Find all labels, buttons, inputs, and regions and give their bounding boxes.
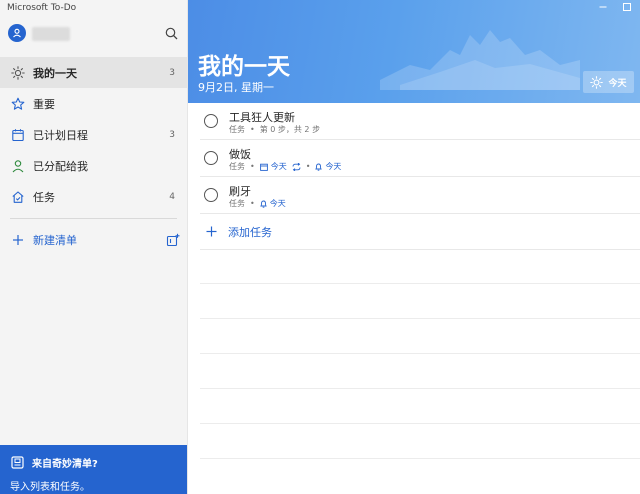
maximize-button[interactable] [622,2,632,12]
empty-row-line [200,283,640,284]
separator-dot: • [250,125,255,134]
task-meta: 任务 • 第 0 步，共 2 步 [229,124,320,135]
task-item[interactable]: 工具狂人更新 任务 • 第 0 步，共 2 步 [200,103,640,140]
sun-icon [10,65,26,81]
sun-icon [590,75,604,89]
separator-dot: • [250,162,255,171]
separator-dot: • [250,199,255,208]
sidebar-item-label: 我的一天 [33,66,77,80]
today-button-label: 今天 [608,78,627,89]
calendar-icon [259,163,268,171]
calendar-icon [10,127,26,143]
plus-icon [10,232,26,248]
task-step-progress: 第 0 步，共 2 步 [259,125,321,134]
empty-row-line [200,458,640,459]
task-due-date: 今天 [259,161,287,172]
task-reminder-label: 今天 [269,199,286,208]
sidebar-item-count: 3 [169,129,175,140]
page-date: 9月2日, 星期一 [198,81,274,94]
task-list-name: 任务 [229,162,245,171]
new-list-button[interactable]: 新建清单 [0,225,187,255]
task-complete-checkbox[interactable] [204,188,218,202]
task-complete-checkbox[interactable] [204,114,218,128]
task-list-name: 任务 [229,125,245,134]
main-panel: 我的一天 9月2日, 星期一 今天 工具狂人更新 任务 • 第 0 步，共 2 [188,0,640,494]
header-banner: 我的一天 9月2日, 星期一 今天 [188,0,640,103]
sidebar-item-label: 任务 [33,190,55,204]
task-reminder: 今天 [259,198,286,209]
minimize-icon [599,6,607,8]
task-list: 工具狂人更新 任务 • 第 0 步，共 2 步 做饭 任务 • 今天 • 今天 … [188,103,640,250]
window-controls [598,2,632,12]
new-group-icon [166,233,180,247]
task-complete-checkbox[interactable] [204,151,218,165]
empty-row-line [200,353,640,354]
empty-row-line [200,388,640,389]
import-icon [10,456,24,470]
task-item[interactable]: 做饭 任务 • 今天 • 今天 [200,140,640,177]
task-title: 刷牙 [229,185,251,198]
sidebar: Microsoft To-Do 我的一天 3 重要 已计划日程 3 已分配给我 … [0,0,188,494]
add-task-button[interactable]: 添加任务 [200,214,640,250]
promo-title: 来自奇妙清单? [32,459,98,470]
sidebar-item-count: 4 [169,191,175,202]
sidebar-item-my-day[interactable]: 我的一天 3 [0,57,187,88]
task-reminder: 今天 [315,161,341,172]
profile-area[interactable] [8,24,180,46]
task-meta: 任务 • 今天 • 今天 [229,161,341,172]
task-item[interactable]: 刷牙 任务 • 今天 [200,177,640,214]
add-task-label: 添加任务 [228,225,272,239]
username-redacted [32,27,70,41]
new-list-label: 新建清单 [33,234,77,247]
task-title: 工具狂人更新 [229,111,295,124]
task-title: 做饭 [229,148,251,161]
separator-dot: • [305,162,311,171]
bell-icon [315,163,323,171]
search-icon [165,27,177,39]
page-title: 我的一天 [198,54,290,80]
avatar[interactable] [8,24,26,42]
task-due-label: 今天 [270,162,287,171]
task-meta: 任务 • 今天 [229,198,286,209]
task-list-name: 任务 [229,199,245,208]
promo-subtitle: 导入列表和任务。 [10,482,90,493]
star-icon [10,96,26,112]
import-promo-banner[interactable]: 来自奇妙清单? 导入列表和任务。 [0,445,187,494]
sidebar-item-label: 已分配给我 [33,159,88,173]
sidebar-item-label: 已计划日程 [33,128,88,142]
new-group-button[interactable] [165,232,181,248]
app-title: Microsoft To-Do [7,3,77,13]
sidebar-divider [10,218,177,219]
plus-icon [205,226,217,238]
empty-row-line [200,318,640,319]
sidebar-item-label: 重要 [33,97,55,111]
today-suggestions-button[interactable]: 今天 [583,71,634,93]
home-icon [10,189,26,205]
sidebar-item-planned[interactable]: 已计划日程 3 [0,119,187,150]
landscape-illustration [380,30,580,90]
task-reminder-label: 今天 [325,162,342,171]
sidebar-item-count: 3 [169,67,175,78]
repeat-icon [292,162,301,171]
sidebar-item-assigned[interactable]: 已分配给我 [0,150,187,181]
sidebar-item-tasks[interactable]: 任务 4 [0,181,187,212]
person-icon [13,28,21,38]
sidebar-item-important[interactable]: 重要 [0,88,187,119]
sidebar-nav: 我的一天 3 重要 已计划日程 3 已分配给我 任务 4 新建清单 [0,57,187,255]
person-icon [10,158,26,174]
search-button[interactable] [162,24,180,42]
bell-icon [259,200,267,208]
empty-row-line [200,423,640,424]
minimize-button[interactable] [598,2,608,12]
maximize-icon [623,3,631,11]
